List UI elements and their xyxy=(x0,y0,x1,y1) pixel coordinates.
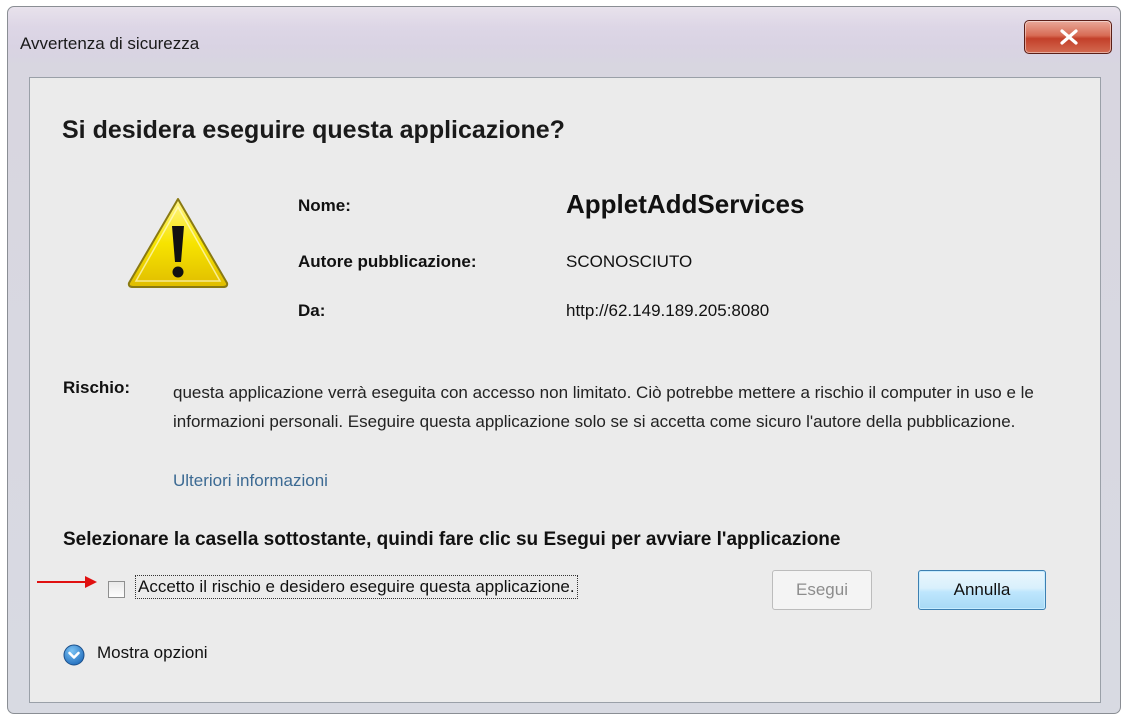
dialog-heading: Si desidera eseguire questa applicazione… xyxy=(62,116,565,144)
close-icon xyxy=(1060,29,1078,45)
accept-risk-label[interactable]: Accetto il rischio e desidero eseguire q… xyxy=(135,575,578,599)
risk-description: questa applicazione verrà eseguita con a… xyxy=(173,383,1034,431)
dialog-content: Si desidera eseguire questa applicazione… xyxy=(29,77,1101,703)
instruction-text: Selezionare la casella sottostante, quin… xyxy=(63,529,841,550)
show-options-label[interactable]: Mostra opzioni xyxy=(97,643,208,663)
accept-risk-checkbox[interactable] xyxy=(108,581,125,598)
chevron-down-circle-icon[interactable] xyxy=(63,644,85,666)
title-bar: Avvertenza di sicurezza xyxy=(8,7,1120,75)
more-info-link[interactable]: Ulteriori informazioni xyxy=(173,471,328,491)
cancel-button[interactable]: Annulla xyxy=(918,570,1046,610)
window-title: Avvertenza di sicurezza xyxy=(20,34,200,53)
red-arrow-icon xyxy=(37,576,97,588)
application-name: AppletAddServices xyxy=(566,189,805,219)
from-label: Da: xyxy=(298,301,326,320)
from-value: http://62.149.189.205:8080 xyxy=(566,301,770,320)
publisher-label: Autore pubblicazione: xyxy=(298,252,477,271)
warning-triangle-icon xyxy=(127,198,229,288)
name-label: Nome: xyxy=(298,196,351,215)
security-warning-window: Avvertenza di sicurezza Si desidera eseg… xyxy=(7,6,1121,714)
close-button[interactable] xyxy=(1024,20,1112,54)
publisher-value: SCONOSCIUTO xyxy=(566,252,693,271)
risk-label: Rischio: xyxy=(63,378,131,397)
run-button: Esegui xyxy=(772,570,872,610)
